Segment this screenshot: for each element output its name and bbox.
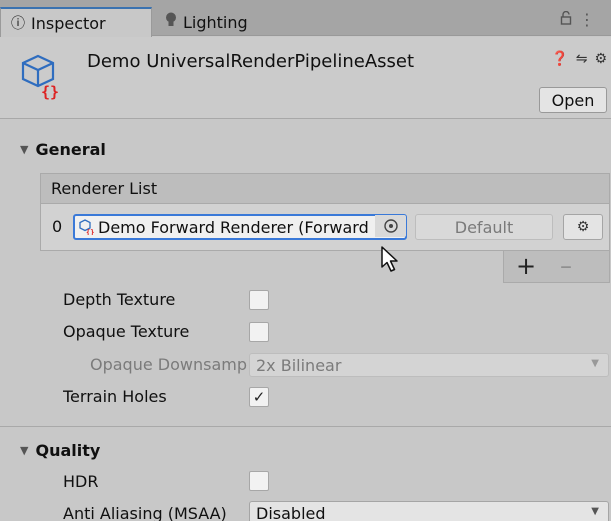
object-picker-button[interactable]: [375, 215, 406, 237]
renderer-list-body: 0 {} Demo Forward Renderer (Forward Rend…: [40, 203, 610, 251]
renderer-index: 0: [52, 217, 63, 236]
depth-texture-checkbox[interactable]: [249, 290, 269, 310]
section-general-title: General: [35, 139, 106, 159]
inspector-header: {} Demo UniversalRenderPipelineAsset ❓ ⇋…: [0, 37, 611, 119]
opaque-downsampling-dropdown: 2x Bilinear ▼: [249, 353, 609, 377]
add-renderer-button[interactable]: +: [516, 252, 536, 280]
gear-icon[interactable]: ⚙: [594, 51, 607, 67]
foldout-arrow-icon[interactable]: ▼: [20, 143, 28, 156]
open-button[interactable]: Open: [539, 87, 607, 113]
tab-menu[interactable]: ⋮: [560, 10, 597, 29]
lock-icon[interactable]: [560, 10, 579, 29]
msaa-dropdown[interactable]: Disabled ▼: [249, 501, 609, 521]
depth-texture-label: Depth Texture: [63, 290, 176, 309]
kebab-menu-icon[interactable]: ⋮: [579, 10, 597, 29]
asset-title: Demo UniversalRenderPipelineAsset: [87, 51, 415, 72]
lightbulb-icon: [165, 12, 177, 32]
section-divider: [0, 426, 611, 427]
help-icon[interactable]: ❓: [551, 51, 568, 67]
hdr-checkbox[interactable]: [249, 471, 269, 491]
svg-text:{}: {}: [86, 229, 94, 236]
renderer-list-footer: + –: [503, 251, 610, 283]
opaque-texture-label: Opaque Texture: [63, 322, 190, 341]
tab-lighting[interactable]: Lighting: [155, 8, 258, 36]
info-icon: ⓘ: [11, 16, 25, 32]
terrain-holes-label: Terrain Holes: [63, 387, 167, 406]
opaque-downsampling-label: Opaque Downsampling: [90, 355, 247, 374]
render-pipeline-asset-icon: {}: [21, 54, 59, 101]
renderer-object-field[interactable]: {} Demo Forward Renderer (Forward Render…: [73, 214, 407, 240]
remove-renderer-button[interactable]: –: [560, 252, 572, 280]
mouse-cursor-icon: [381, 246, 398, 272]
msaa-value: Disabled: [256, 503, 326, 521]
set-default-button[interactable]: Default: [415, 214, 553, 240]
tab-bar: ⓘ Inspector Lighting ⋮: [0, 0, 611, 37]
opaque-texture-checkbox[interactable]: [249, 322, 269, 342]
header-icons: ❓ ⇋ ⚙: [551, 51, 607, 67]
svg-text:{}: {}: [41, 83, 59, 101]
tab-inspector-label: Inspector: [31, 13, 106, 33]
tab-lighting-label: Lighting: [183, 12, 248, 32]
foldout-arrow-icon[interactable]: ▼: [20, 444, 28, 457]
opaque-downsampling-value: 2x Bilinear: [256, 355, 342, 375]
gear-icon: ⚙: [576, 219, 590, 235]
checkmark-icon: ✓: [252, 388, 266, 406]
hdr-label: HDR: [63, 472, 99, 491]
renderer-settings-button[interactable]: ⚙: [563, 214, 603, 240]
renderer-list-header: Renderer List: [40, 173, 610, 203]
section-general-header[interactable]: ▼ General: [0, 131, 611, 167]
msaa-label: Anti Aliasing (MSAA): [63, 504, 227, 521]
chevron-down-icon: ▼: [591, 506, 599, 517]
target-icon: [383, 219, 398, 233]
section-quality-header[interactable]: ▼ Quality: [0, 432, 611, 468]
preset-icon[interactable]: ⇋: [576, 51, 588, 67]
terrain-holes-checkbox[interactable]: ✓: [249, 387, 269, 407]
tab-inspector[interactable]: ⓘ Inspector: [0, 7, 152, 37]
renderer-asset-icon: {}: [79, 219, 94, 236]
chevron-down-icon: ▼: [591, 358, 599, 369]
renderer-list-title: Renderer List: [51, 179, 158, 198]
renderer-object-value: Demo Forward Renderer (Forward Renderer): [98, 217, 405, 237]
section-quality-title: Quality: [35, 440, 101, 460]
